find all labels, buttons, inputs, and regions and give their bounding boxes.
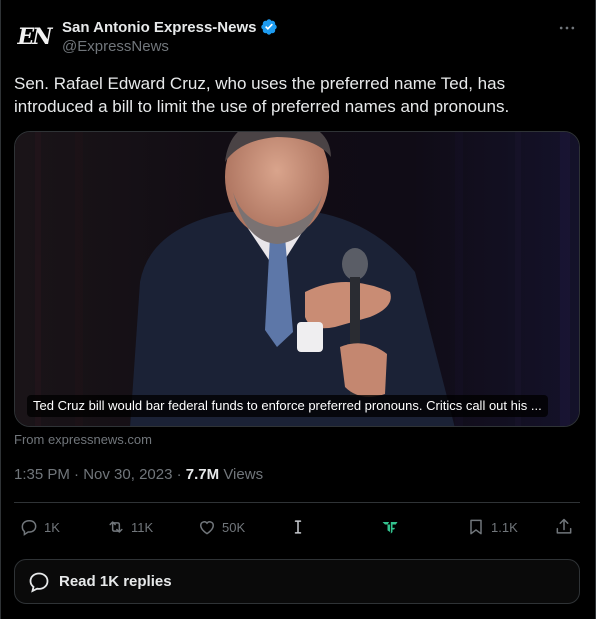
author-name-row: San Antonio Express-News	[62, 17, 278, 37]
tweet-text: Sen. Rafael Edward Cruz, who uses the pr…	[14, 74, 510, 116]
reply-icon	[21, 520, 37, 536]
views-label: Views	[223, 466, 264, 483]
tweet-container: EN San Antonio Express-News @ExpressNews…	[0, 0, 596, 619]
card-photo	[15, 132, 579, 426]
like-button[interactable]: 50K	[197, 509, 245, 545]
more-icon[interactable]	[557, 18, 577, 38]
card-caption: Ted Cruz bill would bar federal funds to…	[27, 395, 548, 417]
views-count: 7.7M	[185, 466, 220, 483]
tweet-date[interactable]: Nov 30, 2023	[83, 466, 172, 483]
like-icon	[199, 521, 215, 535]
extension-icon	[382, 522, 398, 534]
meta-separator-2: ·	[172, 466, 186, 483]
repost-icon	[109, 521, 123, 533]
repost-count: 11K	[131, 519, 154, 535]
text-cursor-icon	[294, 520, 302, 534]
text-cursor-button[interactable]	[288, 509, 308, 545]
action-bar: 1K 11K 50K 1.1K	[14, 509, 580, 545]
read-replies-label: Read 1K replies	[59, 573, 172, 590]
share-icon	[556, 518, 572, 534]
bookmark-count: 1.1K	[491, 519, 518, 535]
author-handle[interactable]: @ExpressNews	[62, 38, 169, 55]
read-replies-button[interactable]: Read 1K replies	[14, 559, 580, 604]
author-display-name[interactable]: San Antonio Express-News	[62, 19, 257, 36]
chat-bubble-icon	[29, 572, 49, 593]
tweet-time[interactable]: 1:35 PM	[14, 466, 70, 483]
link-card[interactable]: Ted Cruz bill would bar federal funds to…	[14, 131, 580, 427]
divider-top	[14, 502, 580, 503]
bookmark-button[interactable]: 1.1K	[466, 509, 518, 545]
reply-button[interactable]: 1K	[19, 509, 60, 545]
verified-badge-icon	[260, 19, 277, 35]
repost-button[interactable]: 11K	[106, 509, 153, 545]
reply-count: 1K	[44, 519, 60, 535]
meta-separator: ·	[69, 466, 84, 483]
avatar-logo-text: EN	[17, 24, 53, 50]
card-source[interactable]: From expressnews.com	[14, 432, 152, 447]
avatar[interactable]: EN	[14, 17, 54, 57]
bookmark-icon	[470, 519, 482, 535]
like-count: 50K	[222, 519, 246, 535]
tweet-meta: 1:35 PM · Nov 30, 2023 · 7.7M Views	[14, 466, 263, 483]
extension-button[interactable]	[380, 509, 400, 545]
share-button[interactable]	[554, 509, 574, 545]
